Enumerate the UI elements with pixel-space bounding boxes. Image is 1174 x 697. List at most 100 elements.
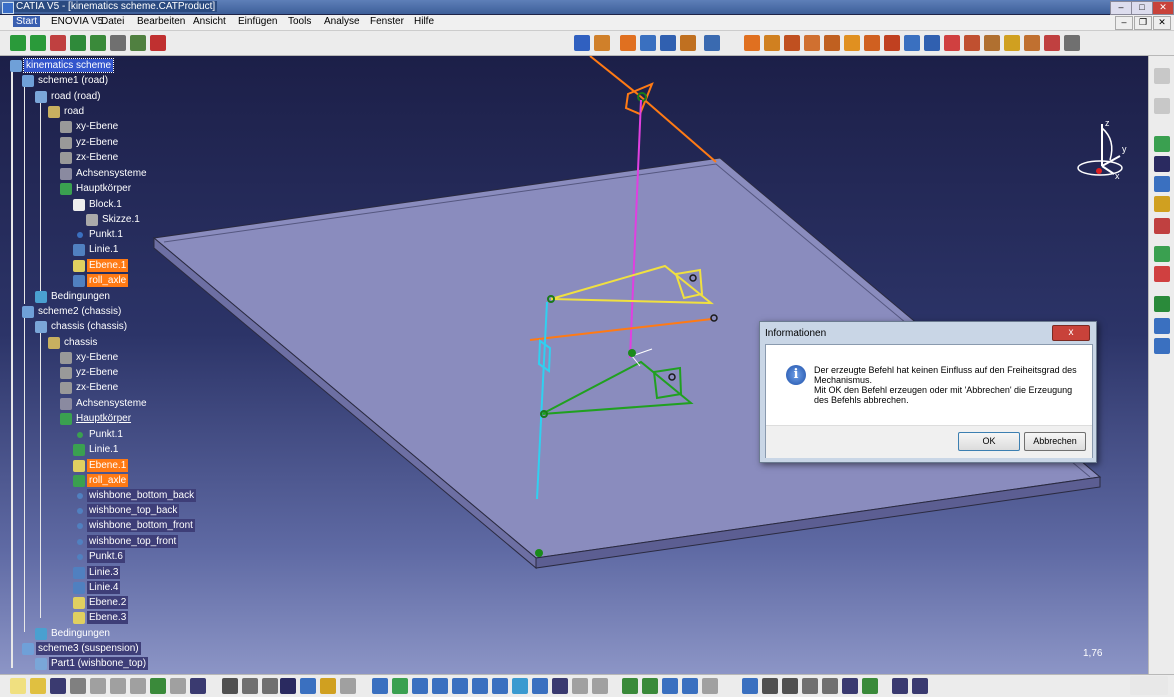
fix-icon[interactable]	[150, 35, 166, 51]
minimize-button[interactable]: –	[1110, 1, 1132, 15]
undo-icon[interactable]	[150, 678, 166, 694]
joint-icon[interactable]	[620, 35, 636, 51]
point-curve-icon[interactable]	[884, 35, 900, 51]
cancel-button[interactable]: Abbrechen	[1024, 432, 1086, 451]
tree-node-label[interactable]: yz-Ebene	[74, 366, 120, 379]
switch-icon[interactable]	[892, 678, 908, 694]
swept-volume-icon[interactable]	[822, 678, 838, 694]
tree-node-label[interactable]: Block.1	[87, 198, 124, 211]
menu-enovia[interactable]: ENOVIA V5	[51, 16, 103, 27]
line-icon[interactable]	[90, 35, 106, 51]
tree-node-label[interactable]: Ebene.2	[87, 596, 129, 609]
redo-icon[interactable]	[170, 678, 186, 694]
zoom-out-icon[interactable]	[472, 678, 488, 694]
maximize-button[interactable]: □	[1131, 1, 1153, 15]
hide-show-bottom-icon[interactable]	[552, 678, 568, 694]
compile-icon[interactable]	[642, 678, 658, 694]
tree-node-label[interactable]: Bedingungen	[49, 627, 112, 640]
layer-icon[interactable]	[592, 678, 608, 694]
trace-icon[interactable]	[802, 678, 818, 694]
menu-hilfe[interactable]: Hilfe	[414, 16, 434, 27]
normal-view-icon[interactable]	[1154, 218, 1170, 234]
select-trap-icon[interactable]	[1154, 98, 1170, 114]
copy-icon[interactable]	[110, 678, 126, 694]
menu-datei[interactable]: Datei	[101, 16, 124, 27]
menu-start[interactable]: Start	[13, 16, 41, 27]
tree-node-label[interactable]: Skizze.1	[100, 213, 142, 226]
menu-ansicht[interactable]: Ansicht	[193, 16, 226, 27]
new-icon[interactable]	[10, 678, 26, 694]
tree-node-label[interactable]: scheme1 (road)	[36, 74, 110, 87]
render-style-icon[interactable]	[532, 678, 548, 694]
tree-node-label[interactable]: zx-Ebene	[74, 151, 120, 164]
rotate-bottom-icon[interactable]	[432, 678, 448, 694]
rotate-icon[interactable]	[1154, 176, 1170, 192]
road-contact-point[interactable]	[535, 549, 543, 557]
kinematics-icon[interactable]	[594, 35, 610, 51]
fly-mode-icon[interactable]	[372, 678, 388, 694]
swap-space-icon[interactable]	[1154, 266, 1170, 282]
table-icon[interactable]	[280, 678, 296, 694]
prismatic-icon[interactable]	[764, 35, 780, 51]
formula-icon[interactable]	[222, 678, 238, 694]
point-surface-icon[interactable]	[944, 35, 960, 51]
law-icon[interactable]	[320, 678, 336, 694]
offset-icon[interactable]	[110, 35, 126, 51]
rigid-icon[interactable]	[864, 35, 880, 51]
tree-node-label[interactable]: Linie.1	[87, 443, 120, 456]
sensor-icon[interactable]	[680, 35, 696, 51]
measure-icon[interactable]	[1154, 318, 1170, 334]
edit-sequence-icon[interactable]	[702, 678, 718, 694]
save-icon[interactable]	[50, 678, 66, 694]
analysis-icon[interactable]	[660, 35, 676, 51]
update-all-icon[interactable]	[1154, 296, 1170, 312]
roll-axle-line[interactable]	[639, 95, 717, 163]
tree-node-label[interactable]: Hauptkörper	[74, 412, 133, 425]
sensor-bottom-icon[interactable]	[782, 678, 798, 694]
menu-bearbeiten[interactable]: Bearbeiten	[137, 16, 185, 27]
tree-node-label[interactable]: scheme3 (suspension)	[36, 642, 141, 655]
compass-icon[interactable]: z y x	[1072, 116, 1132, 186]
slide-curve-icon[interactable]	[904, 35, 920, 51]
planar-icon[interactable]	[844, 35, 860, 51]
help-icon[interactable]	[190, 678, 206, 694]
speed-accel-icon[interactable]	[862, 678, 878, 694]
cable-joint-icon[interactable]	[1044, 35, 1060, 51]
tree-node-label[interactable]: xy-Ebene	[74, 351, 120, 364]
universal-icon[interactable]	[964, 35, 980, 51]
catalog-icon[interactable]	[300, 678, 316, 694]
tree-node-label[interactable]: zx-Ebene	[74, 381, 120, 394]
snap-icon[interactable]	[30, 35, 46, 51]
axis-icon[interactable]	[70, 35, 86, 51]
catia-app-icon[interactable]	[2, 2, 14, 14]
tree-node-label[interactable]: wishbone_top_back	[87, 504, 180, 517]
zoom-in-bottom-icon[interactable]	[452, 678, 468, 694]
tree-node-label[interactable]: road	[62, 105, 86, 118]
properties-icon[interactable]	[1154, 338, 1170, 354]
axis-system-joint-icon[interactable]	[1064, 35, 1080, 51]
gear-joint-icon[interactable]	[1004, 35, 1020, 51]
views-icon[interactable]	[512, 678, 528, 694]
print-icon[interactable]	[70, 678, 86, 694]
tree-node-label[interactable]: kinematics scheme	[22, 58, 115, 73]
tree-node-label[interactable]: Linie.1	[87, 243, 120, 256]
tree-node-label[interactable]: wishbone_bottom_back	[87, 489, 197, 502]
roll-axle-line-top[interactable]	[589, 56, 641, 97]
export-icon[interactable]	[912, 678, 928, 694]
tree-node-label[interactable]: Ebene.1	[87, 259, 129, 272]
tree-node-label[interactable]: Punkt.6	[87, 550, 125, 563]
update-icon[interactable]	[574, 35, 590, 51]
revolute-icon[interactable]	[744, 35, 760, 51]
swap-visible-icon[interactable]	[572, 678, 588, 694]
pan-icon[interactable]	[1154, 156, 1170, 172]
doc-restore-button[interactable]: ❐	[1134, 16, 1152, 30]
screw-icon[interactable]	[804, 35, 820, 51]
tree-node-label[interactable]: xy-Ebene	[74, 120, 120, 133]
tree-node-label[interactable]: Achsensysteme	[74, 167, 149, 180]
menu-tools[interactable]: Tools	[288, 16, 311, 27]
tree-node-label[interactable]: scheme2 (chassis)	[36, 305, 123, 318]
ok-button[interactable]: OK	[958, 432, 1020, 451]
constraint-icon[interactable]	[50, 35, 66, 51]
tree-node-label[interactable]: Bedingungen	[49, 290, 112, 303]
select-icon[interactable]	[1154, 68, 1170, 84]
